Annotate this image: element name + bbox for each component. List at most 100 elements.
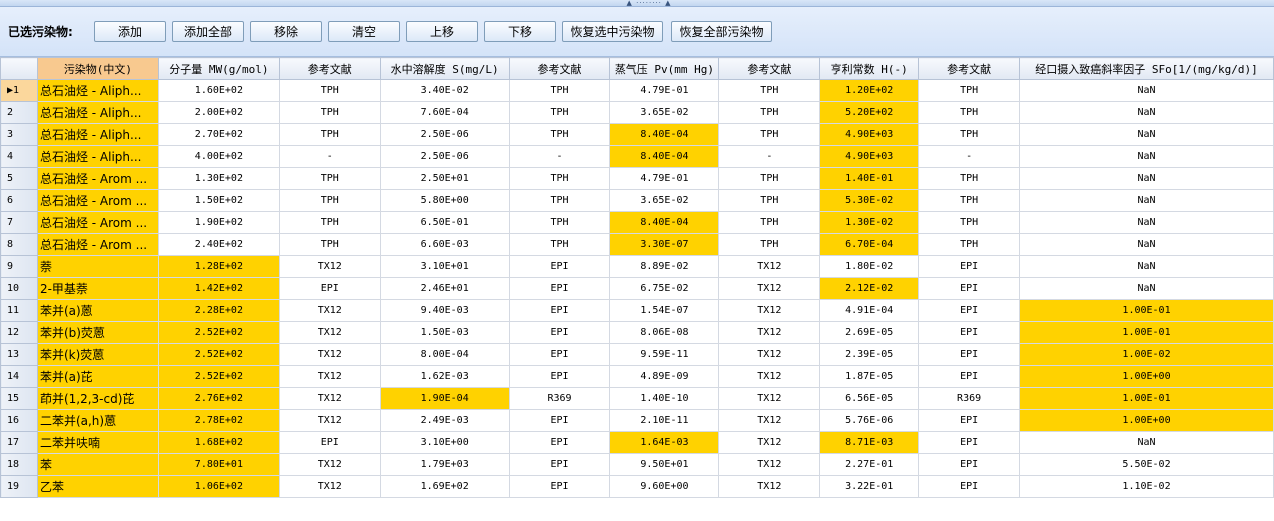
ref-vapor-pressure-cell[interactable]: TPH xyxy=(718,233,821,256)
ref-henry-cell[interactable]: EPI xyxy=(918,277,1021,300)
vapor-pressure-cell[interactable]: 3.30E-07 xyxy=(609,233,720,256)
table-row[interactable]: 11 苯并(a)蒽 2.28E+02 TX12 9.40E-03 EPI 1.54E-07 T… xyxy=(0,299,1274,322)
ref-henry-cell[interactable]: EPI xyxy=(918,475,1021,498)
ref-mw-cell[interactable]: TX12 xyxy=(278,299,381,322)
corner-header[interactable] xyxy=(0,57,38,80)
ref-vapor-pressure-cell[interactable]: TX12 xyxy=(718,431,821,454)
vapor-pressure-cell[interactable]: 8.89E-02 xyxy=(609,255,720,278)
pollutant-grid[interactable]: 污染物(中文) 分子量 MW(g/mol) 参考文献 水中溶解度 S(mg/L)… xyxy=(0,57,1274,521)
mw-cell[interactable]: 2.70E+02 xyxy=(157,123,280,146)
henry-constant-cell[interactable]: 1.80E-02 xyxy=(819,255,920,278)
pollutant-name-cell[interactable]: 2-甲基萘 xyxy=(36,277,159,300)
pollutant-name-cell[interactable]: 苯并(a)蒽 xyxy=(36,299,159,322)
ref-vapor-pressure-cell[interactable]: TPH xyxy=(718,189,821,212)
vapor-pressure-cell[interactable]: 1.40E-10 xyxy=(609,387,720,410)
pollutant-name-cell[interactable]: 总石油烃 - Arom ... xyxy=(36,167,159,190)
mw-cell[interactable]: 1.06E+02 xyxy=(157,475,280,498)
ref-henry-cell[interactable]: TPH xyxy=(918,167,1021,190)
col-header-solubility[interactable]: 水中溶解度 S(mg/L) xyxy=(379,57,510,80)
row-number[interactable]: 3 xyxy=(0,123,38,146)
henry-constant-cell[interactable]: 1.20E+02 xyxy=(819,79,920,102)
solubility-cell[interactable]: 3.10E+01 xyxy=(379,255,510,278)
ref-vapor-pressure-cell[interactable]: TX12 xyxy=(718,475,821,498)
table-row[interactable]: 2 总石油烃 - Aliph... 2.00E+02 TPH 7.60E-04 TPH 3.… xyxy=(0,101,1274,124)
table-row[interactable]: 7 总石油烃 - Arom ... 1.90E+02 TPH 6.50E-01 TPH 8.… xyxy=(0,211,1274,234)
ref-mw-cell[interactable]: TPH xyxy=(278,167,381,190)
ref-solubility-cell[interactable]: EPI xyxy=(508,299,611,322)
vapor-pressure-cell[interactable]: 4.79E-01 xyxy=(609,79,720,102)
oral-slope-factor-cell[interactable]: NaN xyxy=(1019,145,1274,168)
ref-mw-cell[interactable]: TPH xyxy=(278,79,381,102)
pollutant-name-cell[interactable]: 总石油烃 - Arom ... xyxy=(36,189,159,212)
pollutant-name-cell[interactable]: 总石油烃 - Arom ... xyxy=(36,211,159,234)
ref-mw-cell[interactable]: TX12 xyxy=(278,255,381,278)
table-row[interactable]: 17 二苯并呋喃 1.68E+02 EPI 3.10E+00 EPI 1.64E-03 TX1… xyxy=(0,431,1274,454)
ref-henry-cell[interactable]: EPI xyxy=(918,299,1021,322)
remove-button[interactable]: 移除 xyxy=(250,21,322,42)
col-header-vapor-pressure[interactable]: 蒸气压 Pv(mm Hg) xyxy=(609,57,720,80)
vapor-pressure-cell[interactable]: 9.59E-11 xyxy=(609,343,720,366)
col-header-ref-henry[interactable]: 参考文献 xyxy=(918,57,1021,80)
mw-cell[interactable]: 7.80E+01 xyxy=(157,453,280,476)
ref-vapor-pressure-cell[interactable]: TX12 xyxy=(718,343,821,366)
ref-vapor-pressure-cell[interactable]: TPH xyxy=(718,79,821,102)
col-header-mw[interactable]: 分子量 MW(g/mol) xyxy=(157,57,280,80)
ref-vapor-pressure-cell[interactable]: TPH xyxy=(718,101,821,124)
oral-slope-factor-cell[interactable]: NaN xyxy=(1019,255,1274,278)
henry-constant-cell[interactable]: 1.30E-02 xyxy=(819,211,920,234)
oral-slope-factor-cell[interactable]: NaN xyxy=(1019,277,1274,300)
oral-slope-factor-cell[interactable]: 1.00E-01 xyxy=(1019,387,1274,410)
table-row[interactable]: ▶1 总石油烃 - Aliph... 1.60E+02 TPH 3.40E-02 TPH 4… xyxy=(0,79,1274,102)
pollutant-name-cell[interactable]: 萘 xyxy=(36,255,159,278)
ref-henry-cell[interactable]: EPI xyxy=(918,431,1021,454)
henry-constant-cell[interactable]: 8.71E-03 xyxy=(819,431,920,454)
solubility-cell[interactable]: 9.40E-03 xyxy=(379,299,510,322)
ref-solubility-cell[interactable]: EPI xyxy=(508,475,611,498)
oral-slope-factor-cell[interactable]: 1.10E-02 xyxy=(1019,475,1274,498)
ref-mw-cell[interactable]: TPH xyxy=(278,123,381,146)
clear-button[interactable]: 清空 xyxy=(328,21,400,42)
ref-mw-cell[interactable]: EPI xyxy=(278,431,381,454)
row-number[interactable]: 13 xyxy=(0,343,38,366)
mw-cell[interactable]: 1.30E+02 xyxy=(157,167,280,190)
pollutant-name-cell[interactable]: 总石油烃 - Aliph... xyxy=(36,101,159,124)
ref-mw-cell[interactable]: TPH xyxy=(278,211,381,234)
row-number[interactable]: 8 xyxy=(0,233,38,256)
row-number[interactable]: 12 xyxy=(0,321,38,344)
ref-mw-cell[interactable]: TX12 xyxy=(278,387,381,410)
ref-solubility-cell[interactable]: EPI xyxy=(508,255,611,278)
ref-solubility-cell[interactable]: R369 xyxy=(508,387,611,410)
ref-solubility-cell[interactable]: TPH xyxy=(508,79,611,102)
ref-solubility-cell[interactable]: EPI xyxy=(508,453,611,476)
row-number[interactable]: 18 xyxy=(0,453,38,476)
oral-slope-factor-cell[interactable]: NaN xyxy=(1019,123,1274,146)
restore-all-button[interactable]: 恢复全部污染物 xyxy=(671,21,772,42)
table-row[interactable]: 6 总石油烃 - Arom ... 1.50E+02 TPH 5.80E+00 TPH 3.… xyxy=(0,189,1274,212)
solubility-cell[interactable]: 7.60E-04 xyxy=(379,101,510,124)
mw-cell[interactable]: 2.52E+02 xyxy=(157,321,280,344)
ref-mw-cell[interactable]: TX12 xyxy=(278,475,381,498)
mw-cell[interactable]: 2.76E+02 xyxy=(157,387,280,410)
ref-mw-cell[interactable]: - xyxy=(278,145,381,168)
table-row[interactable]: 18 苯 7.80E+01 TX12 1.79E+03 EPI 9.50E+01 TX12 2.… xyxy=(0,453,1274,476)
ref-vapor-pressure-cell[interactable]: TX12 xyxy=(718,365,821,388)
ref-henry-cell[interactable]: EPI xyxy=(918,453,1021,476)
current-row-indicator[interactable]: ▶1 xyxy=(0,79,38,102)
col-header-ref-solubility[interactable]: 参考文献 xyxy=(508,57,611,80)
ref-solubility-cell[interactable]: TPH xyxy=(508,101,611,124)
row-number[interactable]: 11 xyxy=(0,299,38,322)
ref-vapor-pressure-cell[interactable]: TX12 xyxy=(718,299,821,322)
move-down-button[interactable]: 下移 xyxy=(484,21,556,42)
ref-solubility-cell[interactable]: TPH xyxy=(508,233,611,256)
ref-vapor-pressure-cell[interactable]: - xyxy=(718,145,821,168)
henry-constant-cell[interactable]: 2.12E-02 xyxy=(819,277,920,300)
ref-henry-cell[interactable]: TPH xyxy=(918,211,1021,234)
henry-constant-cell[interactable]: 5.30E-02 xyxy=(819,189,920,212)
henry-constant-cell[interactable]: 2.27E-01 xyxy=(819,453,920,476)
ref-henry-cell[interactable]: EPI xyxy=(918,365,1021,388)
add-button[interactable]: 添加 xyxy=(94,21,166,42)
row-number[interactable]: 5 xyxy=(0,167,38,190)
solubility-cell[interactable]: 2.46E+01 xyxy=(379,277,510,300)
ref-solubility-cell[interactable]: TPH xyxy=(508,123,611,146)
solubility-cell[interactable]: 2.49E-03 xyxy=(379,409,510,432)
